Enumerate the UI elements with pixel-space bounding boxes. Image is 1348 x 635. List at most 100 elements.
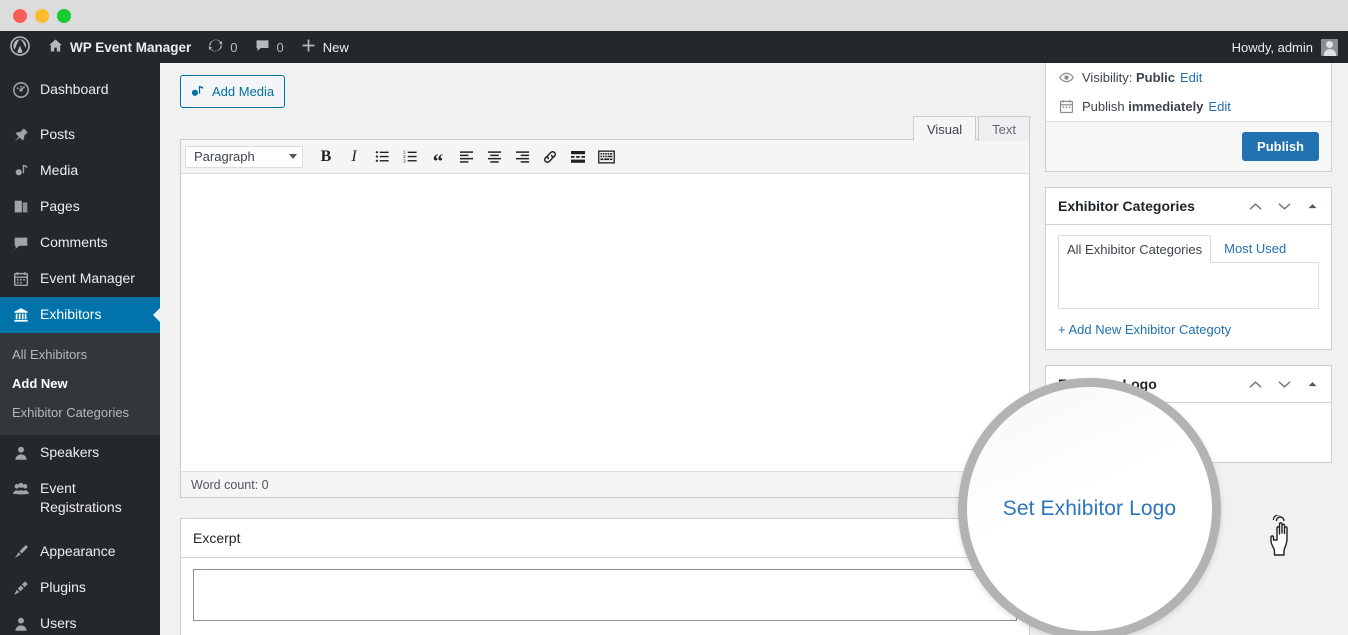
categories-postbox-body: All Exhibitor Categories Most Used + Add… (1046, 225, 1331, 349)
post-body-main-column: Add Media Visual Text Paragraph B I 1 2 … (160, 63, 1038, 635)
publish-button[interactable]: Publish (1242, 132, 1319, 161)
insert-link-button[interactable] (537, 145, 563, 169)
tab-all-exhibitor-categories[interactable]: All Exhibitor Categories (1058, 235, 1212, 263)
sidebar-item-exhibitors[interactable]: Exhibitors (0, 297, 160, 333)
howdy-label[interactable]: Howdy, admin (1232, 40, 1313, 55)
sidebar-item-all-exhibitors[interactable]: All Exhibitors (0, 340, 160, 369)
sidebar-item-plugins[interactable]: Plugins (0, 570, 160, 606)
order-down-icon[interactable] (1277, 377, 1292, 392)
sidebar-label: Event Registrations (40, 480, 122, 515)
group-icon (11, 479, 31, 499)
sidebar-label: Speakers (40, 444, 100, 460)
add-new-exhibitor-category-link[interactable]: + Add New Exhibitor Categoty (1058, 309, 1319, 337)
wp-admin-bar: WP Event Manager 0 0 New Howdy, admin (0, 31, 1348, 63)
wordpress-logo-menu[interactable] (0, 31, 39, 63)
numbered-list-button[interactable]: 123 (397, 145, 423, 169)
sidebar-item-dashboard[interactable]: Dashboard (0, 72, 160, 108)
italic-button[interactable]: I (341, 145, 367, 169)
read-more-button[interactable] (565, 145, 591, 169)
sidebar-item-event-manager[interactable]: Event Manager (0, 261, 160, 297)
calendar-icon (1058, 98, 1075, 115)
magnified-set-exhibitor-logo-label: Set Exhibitor Logo (1002, 497, 1177, 520)
menu-spacer (0, 525, 160, 534)
toggle-panel-icon[interactable] (1306, 200, 1319, 213)
edit-visibility-link[interactable]: Edit (1180, 70, 1202, 85)
bold-button[interactable]: B (313, 145, 339, 169)
comments-menu[interactable]: 0 (246, 31, 292, 63)
admin-sidebar-menu: Dashboard Posts Media Pages Comments Eve… (0, 63, 160, 635)
align-left-button[interactable] (453, 145, 479, 169)
sidebar-item-users[interactable]: Users (0, 606, 160, 635)
tab-text[interactable]: Text (978, 116, 1030, 141)
window-minimize-button[interactable] (35, 8, 49, 23)
site-name-menu[interactable]: WP Event Manager (39, 31, 199, 63)
menu-spacer (0, 63, 160, 72)
svg-text:3: 3 (403, 159, 406, 165)
sidebar-label: Users (40, 615, 77, 631)
exhibitors-submenu: All Exhibitors Add New Exhibitor Categor… (0, 333, 160, 435)
sidebar-item-pages[interactable]: Pages (0, 189, 160, 225)
categories-tabs: All Exhibitor Categories Most Used (1058, 235, 1319, 263)
postbox-controls (1248, 377, 1319, 392)
window-zoom-button[interactable] (57, 8, 71, 23)
admin-content-area: Add Media Visual Text Paragraph B I 1 2 … (160, 63, 1348, 635)
align-right-button[interactable] (509, 145, 535, 169)
plus-icon (300, 37, 317, 57)
user-avatar-icon[interactable] (1321, 38, 1338, 56)
sidebar-label: Dashboard (40, 81, 109, 97)
word-count-status: Word count: 0 (181, 471, 1029, 497)
excerpt-textarea[interactable] (193, 569, 1017, 621)
edit-publish-date-link[interactable]: Edit (1208, 99, 1230, 114)
keyboard-shortcuts-button[interactable] (593, 145, 619, 169)
window-titlebar (0, 0, 1348, 31)
updates-menu[interactable]: 0 (199, 31, 245, 63)
add-media-button[interactable]: Add Media (180, 75, 286, 108)
eye-icon (1058, 69, 1075, 86)
order-up-icon[interactable] (1248, 199, 1263, 214)
updates-count: 0 (230, 39, 238, 55)
excerpt-inside: Excerpts are optional hand-crafted summa… (181, 558, 1029, 635)
sidebar-label: Appearance (40, 543, 116, 559)
blockquote-button[interactable]: “ (425, 145, 451, 171)
sidebar-item-posts[interactable]: Posts (0, 117, 160, 153)
publish-label: Publish (1082, 99, 1125, 114)
format-select-value: Paragraph (194, 149, 255, 164)
order-down-icon[interactable] (1277, 199, 1292, 214)
add-media-label: Add Media (212, 84, 275, 99)
categories-checklist[interactable] (1058, 262, 1319, 309)
exhibitor-categories-postbox: Exhibitor Categories All Exhibitor Categ… (1045, 187, 1332, 350)
sidebar-item-appearance[interactable]: Appearance (0, 534, 160, 570)
content-editor: Paragraph B I 123 “ Word count: 0 (180, 139, 1030, 498)
sidebar-item-speakers[interactable]: Speakers (0, 435, 160, 471)
categories-postbox-title: Exhibitor Categories (1058, 198, 1195, 214)
sidebar-item-media[interactable]: Media (0, 153, 160, 189)
pages-icon (11, 197, 31, 217)
tab-most-used[interactable]: Most Used (1211, 235, 1294, 263)
comments-icon (11, 233, 31, 253)
bulleted-list-button[interactable] (369, 145, 395, 169)
calendar-icon (11, 269, 31, 289)
toggle-panel-icon[interactable] (1306, 378, 1319, 391)
sidebar-label: Event Manager (40, 270, 135, 286)
categories-postbox-header: Exhibitor Categories (1046, 188, 1331, 225)
dashboard-icon (11, 80, 31, 100)
editor-mode-tabs: Visual Text (180, 115, 1030, 141)
sidebar-item-exhibitor-categories[interactable]: Exhibitor Categories (0, 398, 160, 427)
sidebar-item-add-new[interactable]: Add New (0, 369, 160, 398)
user-icon (11, 443, 31, 463)
sidebar-item-event-registrations[interactable]: Event Registrations (0, 471, 160, 525)
comments-count: 0 (276, 39, 284, 55)
editor-content-area[interactable] (181, 174, 1029, 471)
publish-date-row: Publish immediately Edit (1046, 92, 1331, 121)
window-close-button[interactable] (13, 8, 27, 23)
sidebar-item-comments[interactable]: Comments (0, 225, 160, 261)
new-content-menu[interactable]: New (292, 31, 357, 63)
order-up-icon[interactable] (1248, 377, 1263, 392)
site-name-label: WP Event Manager (70, 39, 192, 55)
tab-visual[interactable]: Visual (912, 116, 977, 141)
postbox-controls (1248, 199, 1319, 214)
visibility-value: Public (1135, 70, 1175, 85)
align-center-button[interactable] (481, 145, 507, 169)
home-icon (47, 37, 64, 57)
paragraph-format-select[interactable]: Paragraph (185, 145, 303, 168)
